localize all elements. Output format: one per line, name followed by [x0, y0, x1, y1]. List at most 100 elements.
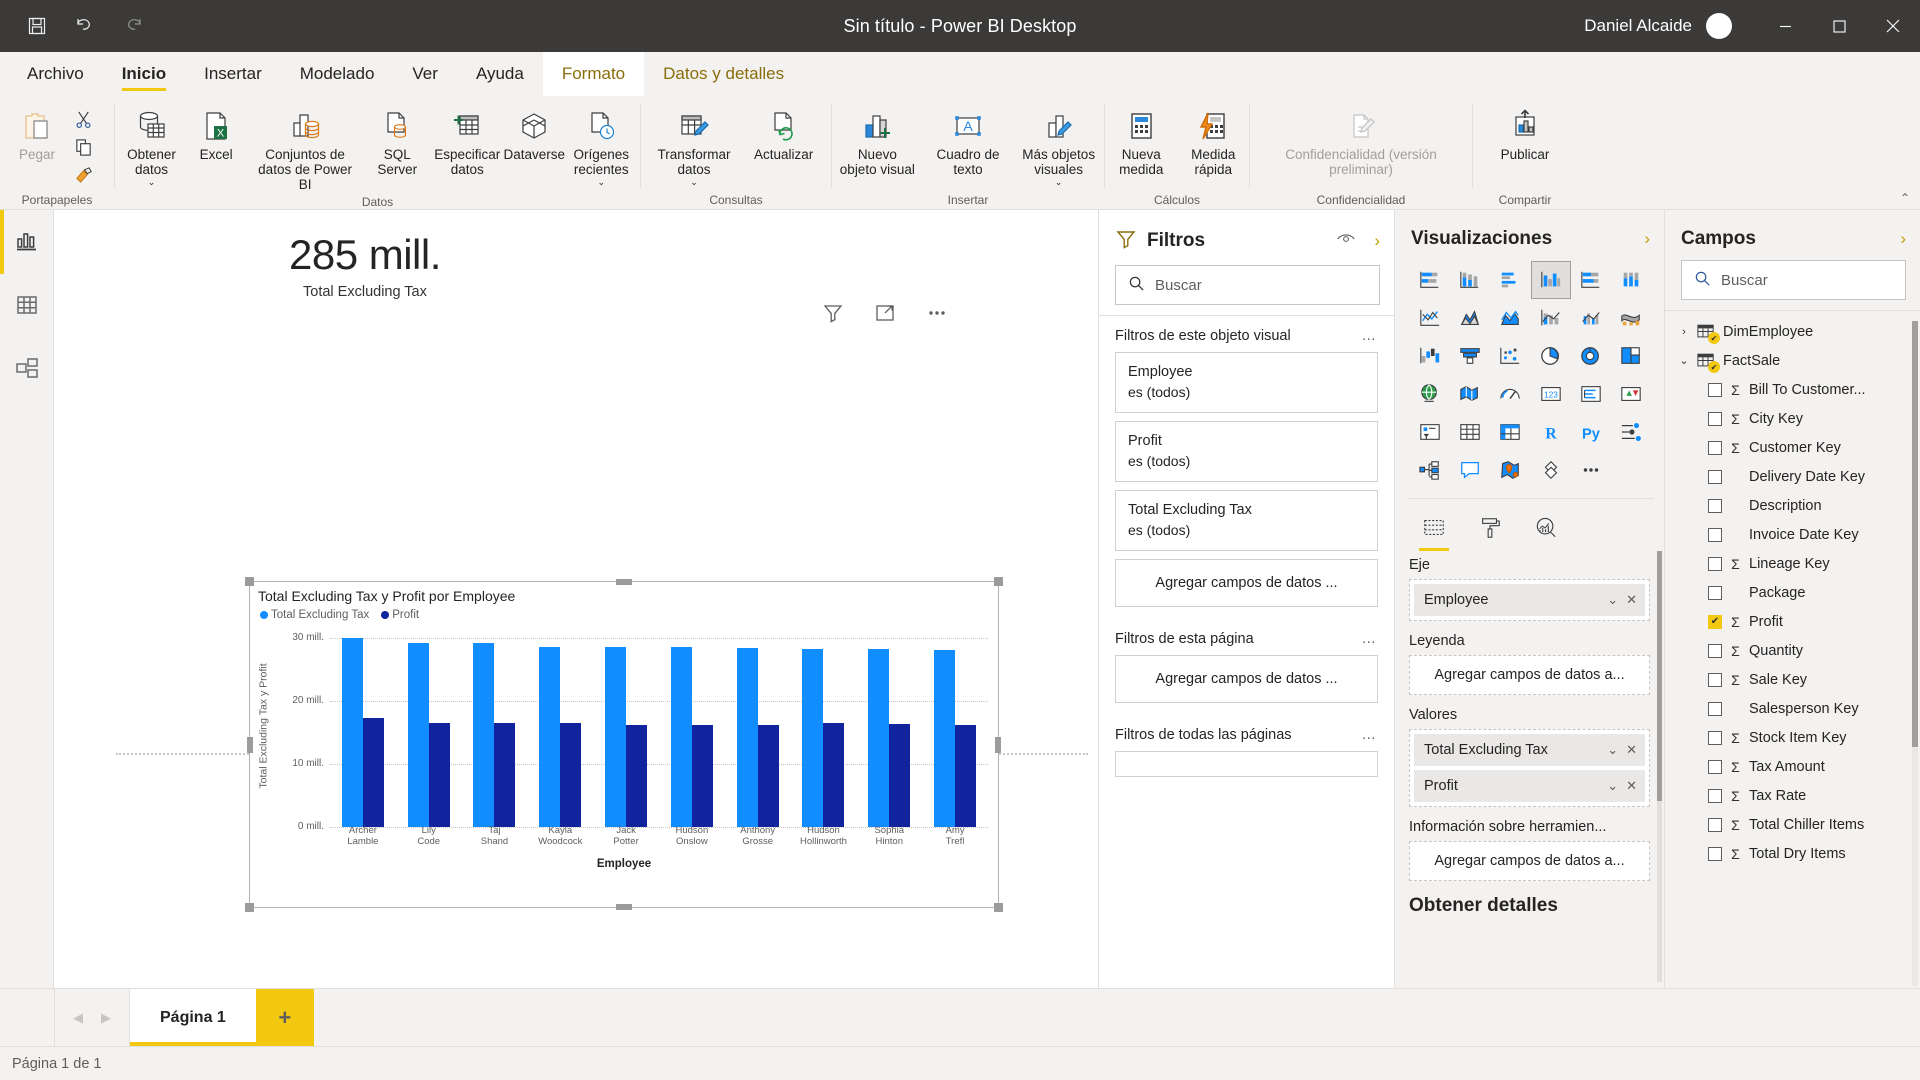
format-paint-roller-icon[interactable]: [1473, 511, 1507, 545]
ribbon-tab-modelado[interactable]: Modelado: [281, 52, 394, 96]
report-view-icon[interactable]: [0, 210, 54, 274]
avatar[interactable]: [1706, 13, 1732, 39]
waterfall-chart-icon[interactable]: [1411, 338, 1449, 374]
page-tab-pagina-1[interactable]: Página 1: [130, 989, 256, 1046]
especificar-datos-button[interactable]: Especificar datos: [428, 102, 506, 180]
clustered-column-chart-icon[interactable]: [1530, 261, 1571, 299]
bar[interactable]: [428, 722, 450, 827]
field-item[interactable]: ✔ Σ City Key: [1665, 404, 1920, 433]
chip-employee[interactable]: Employee ⌄ ✕: [1414, 584, 1645, 616]
bar[interactable]: [670, 647, 692, 827]
filters-all-pages-more[interactable]: …: [1362, 727, 1379, 743]
qna-icon[interactable]: [1451, 452, 1489, 488]
area-chart-icon[interactable]: [1451, 300, 1489, 336]
field-item[interactable]: ✔ Σ Invoice Date Key: [1665, 520, 1920, 549]
100-stacked-column-chart-icon[interactable]: [1612, 262, 1650, 298]
sql-server-button[interactable]: SQL Server: [366, 102, 428, 180]
report-canvas[interactable]: 285 mill. Total Excluding Tax Total Excl…: [54, 210, 1098, 988]
bar[interactable]: [494, 722, 516, 827]
field-checkbox[interactable]: ✔: [1708, 382, 1722, 397]
more-options-icon[interactable]: [926, 302, 948, 327]
twisty-icon[interactable]: ›: [1677, 326, 1691, 338]
remove-field-icon[interactable]: ✕: [1626, 742, 1637, 758]
filters-all-pages-dropzone[interactable]: [1115, 751, 1378, 777]
chevron-down-icon[interactable]: ⌄: [1607, 592, 1618, 608]
line-chart-icon[interactable]: [1411, 300, 1449, 336]
multi-row-card-icon[interactable]: [1572, 376, 1610, 412]
fields-table-dimemployee[interactable]: › ✔ DimEmployee: [1665, 317, 1920, 346]
bar[interactable]: [341, 638, 363, 827]
bar-group[interactable]: [856, 625, 922, 827]
field-item[interactable]: ✔ Σ Customer Key: [1665, 433, 1920, 462]
legend-item-total-excluding-tax[interactable]: Total Excluding Tax: [260, 609, 369, 621]
bar-group[interactable]: [462, 625, 528, 827]
field-item[interactable]: ✔ Σ Salesperson Key: [1665, 694, 1920, 723]
filters-page-more[interactable]: …: [1362, 631, 1379, 647]
chevron-right-icon[interactable]: ▶: [101, 1010, 111, 1026]
scatter-chart-icon[interactable]: [1491, 338, 1529, 374]
ribbon-tab-insertar[interactable]: Insertar: [185, 52, 281, 96]
filter-card-total-excluding-tax[interactable]: Total Excluding Tax es (todos): [1115, 490, 1378, 551]
bar[interactable]: [605, 647, 627, 827]
bar[interactable]: [407, 643, 429, 827]
paginated-report-icon[interactable]: [1532, 452, 1570, 488]
card-icon[interactable]: 123: [1532, 376, 1570, 412]
field-item[interactable]: ✔ Σ Quantity: [1665, 636, 1920, 665]
expand-chevron-icon[interactable]: ›: [1644, 229, 1650, 249]
field-checkbox[interactable]: ✔: [1708, 846, 1722, 861]
field-item[interactable]: ✔ Σ Sale Key: [1665, 665, 1920, 694]
maximize-icon[interactable]: [1812, 0, 1866, 52]
well-leyenda[interactable]: Agregar campos de datos a...: [1409, 655, 1650, 695]
redo-icon[interactable]: [120, 13, 146, 39]
expand-chevron-icon[interactable]: ›: [1374, 231, 1380, 251]
decomposition-tree-icon[interactable]: [1411, 452, 1449, 488]
field-item[interactable]: ✔ Σ Total Chiller Items: [1665, 810, 1920, 839]
field-checkbox[interactable]: ✔: [1708, 672, 1722, 687]
pie-chart-icon[interactable]: [1532, 338, 1570, 374]
remove-field-icon[interactable]: ✕: [1626, 592, 1637, 608]
chevron-left-icon[interactable]: ◀: [73, 1010, 83, 1026]
conjuntos-datos-powerbi-button[interactable]: Conjuntos de datos de Power BI: [244, 102, 366, 195]
bar-group[interactable]: [330, 625, 396, 827]
bar-group[interactable]: [791, 625, 857, 827]
bar[interactable]: [802, 649, 824, 827]
bar-group[interactable]: [725, 625, 791, 827]
field-item[interactable]: ✔ Σ Bill To Customer...: [1665, 375, 1920, 404]
mas-objetos-visuales-button[interactable]: Más objetos visuales ⌄: [1013, 102, 1104, 191]
resize-handle[interactable]: [245, 903, 254, 912]
well-eje[interactable]: Employee ⌄ ✕: [1409, 579, 1650, 621]
ribbon-tab-archivo[interactable]: Archivo: [8, 52, 103, 96]
field-checkbox[interactable]: ✔: [1708, 585, 1722, 600]
chevron-down-icon[interactable]: ⌄: [1607, 742, 1618, 758]
slicer-icon[interactable]: [1411, 414, 1449, 450]
field-checkbox[interactable]: ✔: [1708, 759, 1722, 774]
analytics-magnifier-icon[interactable]: [1529, 511, 1563, 545]
chip-total-excluding-tax[interactable]: Total Excluding Tax ⌄ ✕: [1414, 734, 1645, 766]
funnel-chart-icon[interactable]: [1451, 338, 1489, 374]
nueva-medida-button[interactable]: Nueva medida: [1105, 102, 1178, 180]
resize-handle[interactable]: [994, 903, 1003, 912]
bar[interactable]: [691, 724, 713, 827]
field-item[interactable]: ✔ Σ Total Dry Items: [1665, 839, 1920, 868]
filter-icon[interactable]: [822, 302, 844, 327]
expand-chevron-icon[interactable]: ›: [1900, 229, 1906, 249]
field-item[interactable]: ✔ Σ Delivery Date Key: [1665, 462, 1920, 491]
field-checkbox[interactable]: ✔: [1708, 469, 1722, 484]
nuevo-objeto-visual-button[interactable]: Nuevo objeto visual: [832, 102, 923, 180]
model-view-icon[interactable]: [0, 348, 54, 390]
paste-button[interactable]: Pegar: [6, 102, 68, 165]
ribbon-tab-formato[interactable]: Formato: [542, 52, 645, 96]
resize-handle[interactable]: [245, 577, 254, 586]
ribbon-tab-ver[interactable]: Ver: [393, 52, 457, 96]
publicar-button[interactable]: Publicar: [1486, 102, 1564, 165]
bar-group[interactable]: [593, 625, 659, 827]
table-icon[interactable]: [1451, 414, 1489, 450]
fields-tab-icon[interactable]: [1417, 511, 1451, 551]
legend-item-profit[interactable]: Profit: [381, 609, 419, 621]
100-stacked-bar-chart-icon[interactable]: [1572, 262, 1610, 298]
line-clustered-column-icon[interactable]: [1572, 300, 1610, 336]
origenes-recientes-button[interactable]: Orígenes recientes ⌄: [562, 102, 640, 191]
bar[interactable]: [955, 724, 977, 827]
bar-group[interactable]: [659, 625, 725, 827]
key-influencers-icon[interactable]: [1612, 414, 1650, 450]
